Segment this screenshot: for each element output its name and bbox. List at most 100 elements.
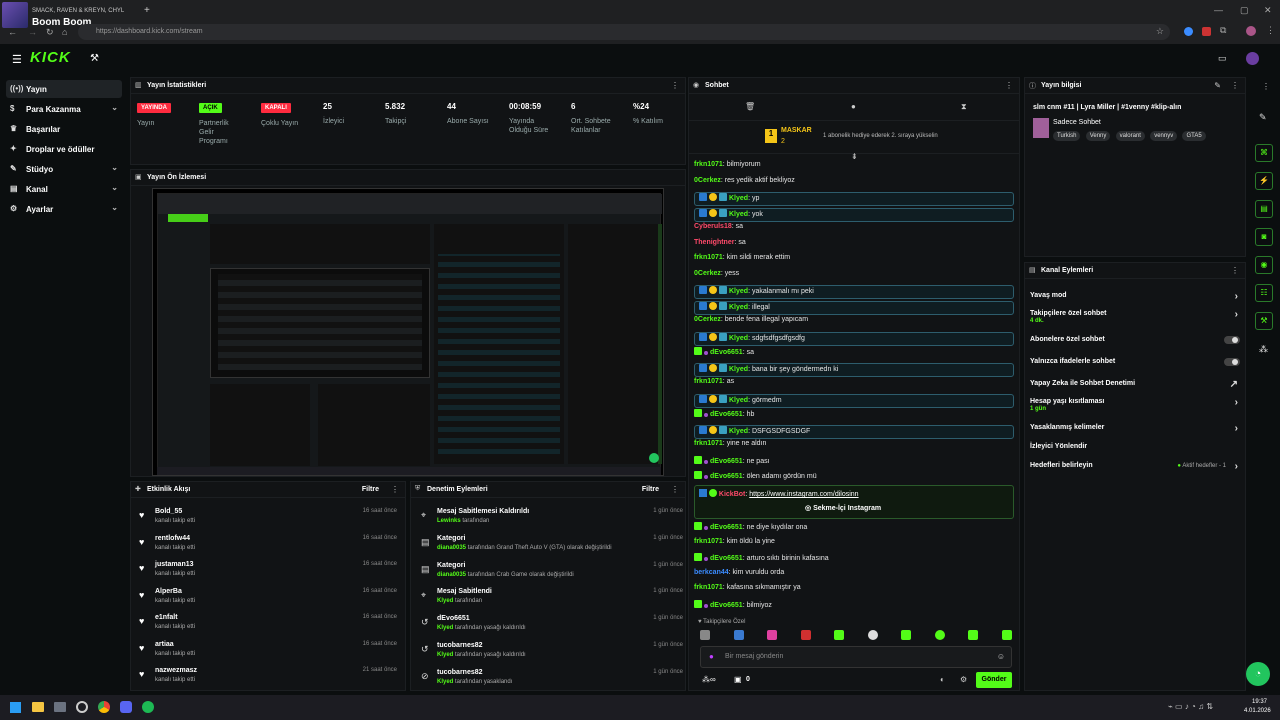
chat-username[interactable]: 0Cerkez: [694, 270, 721, 277]
chat-username[interactable]: frkn1071: [694, 378, 723, 385]
activity-username[interactable]: rentlofw44: [155, 535, 190, 542]
kickbot-user[interactable]: KickBot: [719, 491, 745, 498]
chat-username[interactable]: dEvo6651: [710, 524, 743, 531]
toggle-switch[interactable]: [1224, 336, 1240, 344]
emote-icon[interactable]: [834, 630, 845, 640]
nav-droplar[interactable]: ✦ Droplar ve ödüller: [6, 140, 122, 158]
chat-username[interactable]: 0Cerkez: [694, 316, 721, 323]
more-icon[interactable]: ⋮: [671, 81, 679, 90]
nav-kanal[interactable]: ▤ Kanal ⌄: [6, 180, 122, 198]
channel-action-row[interactable]: Takipçilere özel sohbet 4 dk. ›: [1030, 309, 1240, 324]
popout-icon[interactable]: ▭: [1218, 53, 1227, 64]
channel-action-row[interactable]: Yapay Zeka ile Sohbet Denetimi ↗: [1030, 379, 1240, 390]
chat-username[interactable]: berkcan44: [694, 569, 729, 576]
activity-username[interactable]: nazwezmasz: [155, 667, 197, 674]
profile-avatar[interactable]: [1246, 26, 1256, 36]
chat-username[interactable]: Klyed: [729, 366, 748, 373]
stream-preview-video[interactable]: [152, 188, 664, 476]
chat-username[interactable]: Klyed: [729, 335, 748, 342]
chat-username[interactable]: Cyberuls18: [694, 223, 732, 230]
send-button[interactable]: Gönder: [976, 672, 1012, 688]
reload-icon[interactable]: ↻: [46, 27, 54, 38]
tag[interactable]: Venny: [1085, 131, 1111, 141]
instagram-button[interactable]: ◎ Sekme-İçi Instagram: [805, 504, 881, 512]
tag[interactable]: GTA5: [1182, 131, 1206, 141]
more-icon[interactable]: ⋮: [671, 485, 679, 494]
emote-icon[interactable]: [934, 630, 945, 640]
share-icon[interactable]: ⁂: [1259, 344, 1268, 355]
toggle-switch[interactable]: [1224, 358, 1240, 366]
moderator-name[interactable]: Klyed: [437, 625, 453, 631]
home-icon[interactable]: ⌂: [62, 27, 67, 37]
activity-username[interactable]: justaman13: [155, 561, 194, 568]
chrome-icon[interactable]: [98, 701, 110, 713]
chat-username[interactable]: frkn1071: [694, 161, 723, 168]
hamburger-menu-icon[interactable]: ☰: [12, 53, 22, 66]
tag[interactable]: vennyv: [1150, 131, 1178, 141]
nav-studyo[interactable]: ✎ Stüdyo ⌄: [6, 160, 122, 178]
emote-icon[interactable]: [968, 630, 979, 640]
nav-yayin[interactable]: ((•)) Yayın: [6, 80, 122, 98]
moderator-name[interactable]: Klyed: [437, 652, 453, 658]
mic-tool-icon[interactable]: ⌘: [1255, 144, 1273, 162]
category-name[interactable]: Sadece Sohbet: [1053, 119, 1101, 126]
nav-basarilar[interactable]: ♛ Başarılar: [6, 120, 122, 138]
filter-button[interactable]: Filtre: [362, 486, 379, 493]
edit-icon[interactable]: ✎: [1214, 81, 1221, 90]
chat-username[interactable]: dEvo6651: [710, 349, 743, 356]
infinity-icon[interactable]: ⁂∞: [702, 675, 716, 684]
emote-icon[interactable]: [733, 630, 744, 640]
channel-action-row[interactable]: Abonelere özel sohbet: [1030, 336, 1240, 344]
channel-action-row[interactable]: Yavaş mod ›: [1030, 291, 1240, 302]
emote-icon[interactable]: [700, 630, 710, 640]
lightning-tool-icon[interactable]: ⚡: [1255, 172, 1273, 190]
chat-username[interactable]: frkn1071: [694, 440, 723, 447]
emote-icon[interactable]: [867, 630, 878, 640]
close-window-button[interactable]: ✕: [1264, 5, 1272, 16]
chat-username[interactable]: frkn1071: [694, 254, 723, 261]
trash-icon[interactable]: 🗑: [745, 102, 755, 111]
chat-username[interactable]: 0Cerkez: [694, 177, 721, 184]
chat-username[interactable]: Klyed: [729, 304, 748, 311]
activity-username[interactable]: AlperBa: [155, 588, 182, 595]
chat-username[interactable]: dEvo6651: [710, 411, 743, 418]
channel-action-row[interactable]: Hedefleri belirleyin › ● Aktif hedefler - …: [1030, 461, 1240, 472]
message-icon[interactable]: ●: [851, 102, 856, 111]
minimize-button[interactable]: —: [1214, 5, 1223, 15]
user-avatar[interactable]: [1246, 52, 1259, 65]
tray-icons[interactable]: ⌁ ▭ ♪ ◔ ♫ ⇅: [1168, 702, 1213, 711]
tag[interactable]: valorant: [1115, 131, 1145, 141]
chat-username[interactable]: Klyed: [729, 397, 748, 404]
more-icon[interactable]: ⋮: [1005, 81, 1013, 90]
channel-action-row[interactable]: Yasaklanmış kelimeler ›: [1030, 423, 1240, 434]
filter-button[interactable]: Filtre: [642, 486, 659, 493]
moderator-name[interactable]: diana0035: [437, 572, 466, 578]
browser-menu-icon[interactable]: ⋮: [1266, 25, 1275, 36]
channel-action-row[interactable]: Hesap yaşı kısıtlaması 1 gün ›: [1030, 397, 1240, 412]
spotify-icon[interactable]: [142, 701, 154, 713]
list-tool-icon[interactable]: ☷: [1255, 284, 1273, 302]
channel-action-row[interactable]: İzleyici Yönlendir: [1030, 443, 1240, 450]
chat-input[interactable]: ● Bir mesaj gönderin ☺: [700, 646, 1012, 668]
address-bar[interactable]: https://dashboard.kick.com/stream ☆: [78, 24, 1170, 40]
back-icon[interactable]: ←: [8, 27, 17, 37]
chat-username[interactable]: Klyed: [729, 288, 748, 295]
extension-icon[interactable]: [1184, 27, 1193, 36]
moderator-name[interactable]: Lewinks: [437, 518, 461, 524]
mic-icon[interactable]: ●: [709, 652, 714, 661]
more-icon[interactable]: ⋮: [391, 485, 399, 494]
chat-username[interactable]: dEvo6651: [710, 555, 743, 562]
gear-icon[interactable]: ⚙: [960, 675, 967, 684]
pencil-icon[interactable]: ✎: [1259, 112, 1267, 123]
maximize-button[interactable]: ▢: [1240, 5, 1249, 16]
chat-username[interactable]: Klyed: [729, 211, 748, 218]
wrench-tool-icon[interactable]: ⚒: [1255, 312, 1273, 330]
channel-action-row[interactable]: Yalnızca ifadelerle sohbet: [1030, 358, 1240, 366]
moderator-name[interactable]: diana0035: [437, 545, 466, 551]
chat-username[interactable]: Klyed: [729, 428, 748, 435]
chat-username[interactable]: dEvo6651: [710, 602, 743, 609]
start-icon[interactable]: [10, 702, 21, 713]
help-chat-button[interactable]: ◔: [1246, 662, 1270, 686]
moderator-name[interactable]: Klyed: [437, 598, 453, 604]
scroll-down-icon[interactable]: ⇟: [851, 152, 858, 161]
